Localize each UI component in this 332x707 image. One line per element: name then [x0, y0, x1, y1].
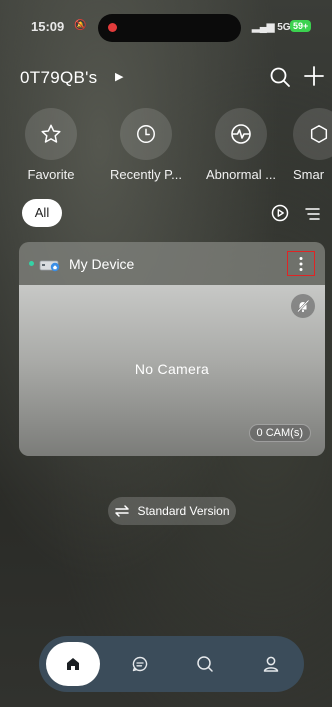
message-icon [132, 656, 148, 672]
network-type: 5G [277, 22, 291, 33]
shortcut-circle [293, 108, 332, 160]
status-bar: 15:09 🔕 ▂▄▆ 5G 59+ [3, 0, 329, 42]
camera-count-badge: 0 CAM(s) [248, 424, 311, 442]
list-view-button[interactable] [304, 206, 320, 222]
shortcut-label: Recently P... [109, 167, 183, 182]
battery-indicator: 59+ [290, 20, 312, 32]
shortcut-circle [120, 108, 172, 160]
home-icon [67, 658, 79, 670]
camera-preview-area[interactable]: No Camera 0 CAM(s) [19, 285, 325, 456]
star-icon [41, 124, 61, 143]
device-card-header: My Device [19, 242, 325, 285]
device-more-button[interactable] [287, 251, 315, 276]
pulse-icon [231, 124, 251, 144]
plus-icon [304, 66, 324, 86]
profile-icon [263, 656, 279, 672]
shortcut-label: Abnormal ... [205, 167, 277, 182]
tab-messages[interactable] [120, 644, 160, 684]
shortcut-favorite[interactable]: Favorite [11, 108, 91, 182]
cube-icon [310, 125, 328, 143]
standard-version-button[interactable]: Standard Version [108, 497, 236, 525]
no-camera-text: No Camera [134, 361, 210, 377]
nvr-device-icon [39, 260, 60, 272]
list-icon [305, 208, 320, 220]
online-status-dot [29, 261, 34, 266]
tab-discover[interactable] [185, 644, 225, 684]
header-search-button[interactable] [269, 66, 291, 88]
search-icon [270, 67, 290, 87]
shortcut-abnormal[interactable]: Abnormal ... [201, 108, 281, 182]
play-circle-icon [271, 204, 289, 222]
clock-icon [137, 125, 155, 143]
shortcut-circle [215, 108, 267, 160]
device-card[interactable]: My Device No Camera 0 CAM(s) [19, 242, 325, 456]
tab-home[interactable] [46, 642, 100, 686]
silent-bell-icon: 🔕 [74, 20, 87, 31]
app-screen: 15:09 🔕 ▂▄▆ 5G 59+ 0T79QB's ▶ Favorite R… [3, 0, 332, 707]
bottom-tab-bar [39, 636, 304, 692]
home-title[interactable]: 0T79QB's [20, 68, 97, 88]
filter-all-tab[interactable]: All [22, 199, 62, 227]
shortcut-circle [25, 108, 77, 160]
tab-profile[interactable] [251, 644, 291, 684]
discover-icon [197, 656, 213, 672]
shortcut-recently-played[interactable]: Recently P... [106, 108, 186, 182]
header-add-button[interactable] [302, 64, 326, 88]
shortcut-smart[interactable]: Smar [293, 108, 332, 182]
status-time: 15:09 [31, 19, 65, 34]
standard-version-label: Standard Version [137, 504, 230, 518]
home-switch-caret-icon[interactable]: ▶ [115, 70, 123, 83]
shortcut-label: Smar [293, 167, 325, 182]
playback-button[interactable] [271, 204, 289, 222]
bell-off-icon [297, 299, 310, 313]
more-vertical-icon [299, 256, 303, 271]
shortcut-label: Favorite [27, 167, 75, 182]
switch-arrows-icon [115, 505, 130, 517]
device-name: My Device [69, 256, 135, 272]
dynamic-island [98, 14, 241, 42]
mute-button[interactable] [291, 294, 315, 318]
signal-indicator: ▂▄▆ 5G [252, 22, 291, 33]
recording-indicator-icon [108, 23, 117, 32]
